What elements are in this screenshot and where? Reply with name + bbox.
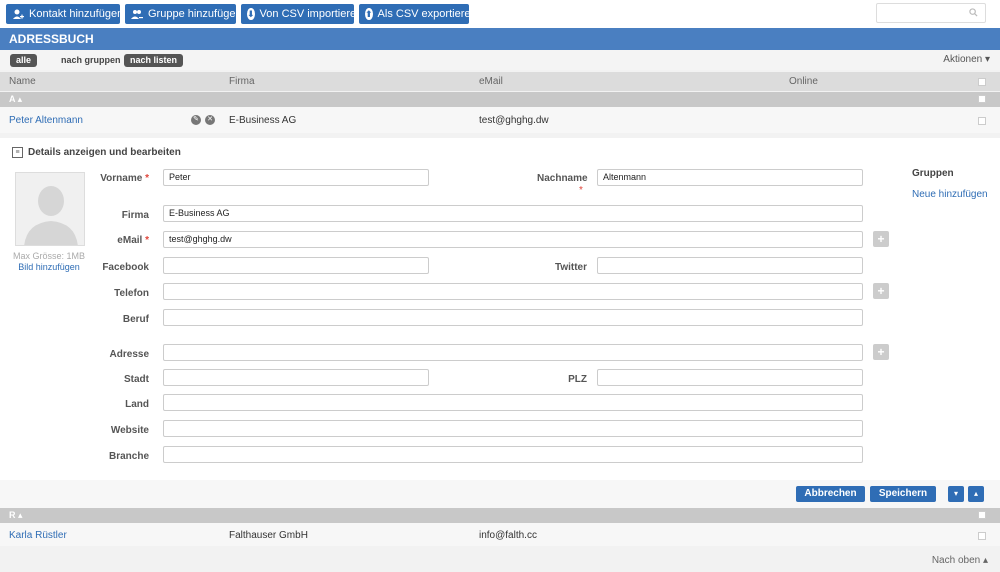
detail-heading: ≡ Details anzeigen und bearbeiten — [12, 147, 181, 158]
table-row[interactable]: Peter Altenmann ✎ ✕ E-Business AG test@g… — [0, 107, 1000, 133]
filter-bar: alle nach gruppen nach listen Aktionen ▾ — [0, 50, 1000, 70]
detail-action-bar: Abbrechen Speichern ▾ ▴ — [0, 480, 1000, 508]
branche-label: Branche — [108, 451, 149, 462]
telefon-field[interactable] — [163, 283, 863, 300]
add-image-link[interactable]: Bild hinzufügen — [6, 262, 92, 272]
nachname-field[interactable]: Altenmann — [597, 169, 863, 186]
website-label: Website — [110, 425, 149, 436]
filter-all-button[interactable]: alle — [10, 54, 38, 67]
land-field[interactable] — [163, 394, 863, 411]
chevron-up-icon[interactable]: ▴ — [968, 486, 984, 502]
telefon-label: Telefon — [114, 288, 149, 299]
group-checkbox[interactable] — [978, 95, 986, 103]
email-label-text: eMail — [117, 235, 143, 246]
add-address-button[interactable]: + — [873, 344, 889, 360]
vorname-label-text: Vorname — [100, 173, 143, 184]
required-mark: * — [579, 185, 583, 196]
vorname-label: Vorname * — [100, 173, 149, 184]
filter-by-lists-button[interactable]: nach listen — [124, 54, 184, 67]
upload-icon: ⬆ — [365, 8, 373, 20]
column-company[interactable]: Firma — [229, 76, 255, 87]
user-add-icon — [12, 8, 24, 20]
back-to-top-link[interactable]: Nach oben ▴ — [932, 555, 988, 566]
group-label: R ▴ — [9, 510, 23, 520]
contact-name-link[interactable]: Karla Rüstler — [9, 530, 67, 541]
table-header: Name Firma eMail Online — [0, 72, 1000, 91]
column-online[interactable]: Online — [789, 76, 818, 87]
contact-detail-panel: ≡ Details anzeigen und bearbeiten Max Gr… — [0, 138, 1000, 480]
nachname-label: Nachname — [537, 173, 588, 184]
delete-icon[interactable]: ✕ — [205, 115, 215, 125]
email-label: eMail * — [100, 235, 149, 246]
save-button[interactable]: Speichern — [870, 486, 936, 502]
website-field[interactable] — [163, 420, 863, 437]
import-csv-button[interactable]: ⬇ Von CSV importieren — [241, 4, 362, 24]
firma-field[interactable]: E-Business AG — [163, 205, 863, 222]
cancel-button[interactable]: Abbrechen — [796, 486, 865, 502]
top-toolbar: Kontakt hinzufügen Gruppe hinzufügen ⬇ V… — [0, 0, 1000, 28]
land-label: Land — [125, 399, 149, 410]
export-csv-button[interactable]: ⬆ Als CSV exportieren — [359, 4, 477, 24]
contact-company: Falthauser GmbH — [229, 530, 308, 541]
add-group-button[interactable]: Gruppe hinzufügen — [125, 4, 242, 24]
facebook-label: Facebook — [102, 262, 149, 273]
filter-by-groups-button[interactable]: nach gruppen — [61, 54, 121, 67]
branche-field[interactable] — [163, 446, 863, 463]
row-checkbox[interactable] — [978, 532, 986, 540]
edit-icon[interactable]: ✎ — [191, 115, 201, 125]
contact-email: test@ghghg.dw — [479, 115, 549, 126]
download-icon: ⬇ — [247, 8, 255, 20]
add-contact-label: Kontakt hinzufügen — [29, 8, 124, 20]
adresse-field[interactable] — [163, 344, 863, 361]
detail-title: Details anzeigen und bearbeiten — [28, 147, 181, 158]
avatar-placeholder-icon — [16, 173, 84, 245]
twitter-field[interactable] — [597, 257, 863, 274]
group-checkbox[interactable] — [978, 511, 986, 519]
twitter-label: Twitter — [554, 262, 587, 273]
row-checkbox[interactable] — [978, 117, 986, 125]
facebook-field[interactable] — [163, 257, 429, 274]
firma-label: Firma — [121, 210, 149, 221]
plz-field[interactable] — [597, 369, 863, 386]
add-email-button[interactable]: + — [873, 231, 889, 247]
group-header-a[interactable]: A ▴ — [0, 92, 1000, 107]
search-input[interactable] — [876, 3, 986, 23]
chevron-down-icon[interactable]: ▾ — [948, 486, 964, 502]
group-label: A ▴ — [9, 94, 23, 104]
import-csv-label: Von CSV importieren — [259, 8, 363, 20]
page-title: ADRESSBUCH — [0, 28, 1000, 50]
email-field[interactable]: test@ghghg.dw — [163, 231, 863, 248]
table-row[interactable]: Karla Rüstler Falthauser GmbH info@falth… — [0, 523, 1000, 546]
column-email[interactable]: eMail — [479, 76, 503, 87]
contact-email: info@falth.cc — [479, 530, 537, 541]
group-header-r[interactable]: R ▴ — [0, 508, 1000, 523]
vorname-field[interactable]: Peter — [163, 169, 429, 186]
add-group-link[interactable]: Neue hinzufügen — [912, 189, 988, 200]
groups-heading: Gruppen — [912, 168, 954, 179]
stadt-label: Stadt — [124, 374, 149, 385]
contact-company: E-Business AG — [229, 115, 297, 126]
footer: Nach oben ▴ — [0, 546, 1000, 572]
add-contact-button[interactable]: Kontakt hinzufügen — [6, 4, 124, 24]
max-size-note: Max Grösse: 1MB — [12, 251, 86, 261]
contact-name-link[interactable]: Peter Altenmann — [9, 115, 83, 126]
search-icon — [969, 8, 978, 20]
adresse-label: Adresse — [109, 349, 149, 360]
add-phone-button[interactable]: + — [873, 283, 889, 299]
actions-dropdown[interactable]: Aktionen ▾ — [943, 54, 990, 65]
required-mark: * — [145, 173, 149, 184]
stadt-field[interactable] — [163, 369, 429, 386]
details-edit-icon: ≡ — [12, 147, 23, 158]
beruf-label: Beruf — [122, 314, 149, 325]
select-all-checkbox[interactable] — [978, 78, 986, 86]
plz-label: PLZ — [568, 374, 587, 385]
avatar[interactable] — [15, 172, 85, 246]
export-csv-label: Als CSV exportieren — [377, 8, 477, 20]
beruf-field[interactable] — [163, 309, 863, 326]
group-add-icon — [131, 8, 143, 20]
required-mark: * — [145, 235, 149, 246]
column-name[interactable]: Name — [9, 76, 36, 87]
add-group-label: Gruppe hinzufügen — [148, 8, 242, 20]
